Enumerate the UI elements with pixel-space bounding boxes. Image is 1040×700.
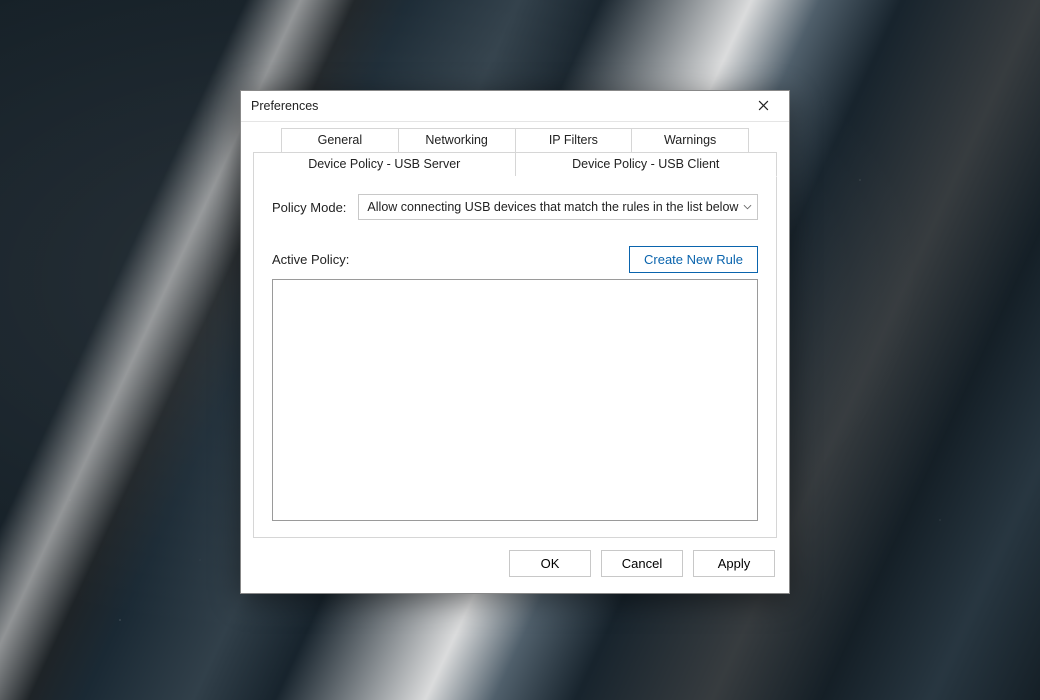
policy-mode-select[interactable]: Allow connecting USB devices that match … — [358, 194, 758, 220]
tab-warnings[interactable]: Warnings — [632, 128, 749, 152]
ok-button[interactable]: OK — [509, 550, 591, 577]
apply-button[interactable]: Apply — [693, 550, 775, 577]
cancel-button[interactable]: Cancel — [601, 550, 683, 577]
policy-mode-selected-value: Allow connecting USB devices that match … — [367, 200, 738, 214]
policy-mode-label: Policy Mode: — [272, 200, 346, 215]
policy-mode-row: Policy Mode: Allow connecting USB device… — [272, 194, 758, 220]
dialog-button-row: OK Cancel Apply — [241, 538, 789, 587]
tab-device-policy-usb-client[interactable]: Device Policy - USB Client — [516, 152, 778, 177]
chevron-down-icon — [743, 203, 752, 212]
preferences-dialog: Preferences General Networking IP Filter… — [240, 90, 790, 594]
titlebar: Preferences — [241, 91, 789, 122]
tab-general[interactable]: General — [281, 128, 399, 152]
tab-device-policy-usb-server[interactable]: Device Policy - USB Server — [253, 152, 516, 176]
tab-panel: Policy Mode: Allow connecting USB device… — [253, 175, 777, 538]
active-policy-label: Active Policy: — [272, 252, 349, 267]
tab-strip: General Networking IP Filters Warnings D… — [253, 128, 777, 538]
window-title: Preferences — [251, 99, 318, 113]
tab-ip-filters[interactable]: IP Filters — [516, 128, 633, 152]
active-policy-list[interactable] — [272, 279, 758, 521]
close-icon — [758, 99, 769, 114]
tab-networking[interactable]: Networking — [399, 128, 516, 152]
dialog-body: General Networking IP Filters Warnings D… — [241, 128, 789, 593]
active-policy-header: Active Policy: Create New Rule — [272, 246, 758, 273]
close-button[interactable] — [743, 92, 783, 120]
create-new-rule-button[interactable]: Create New Rule — [629, 246, 758, 273]
